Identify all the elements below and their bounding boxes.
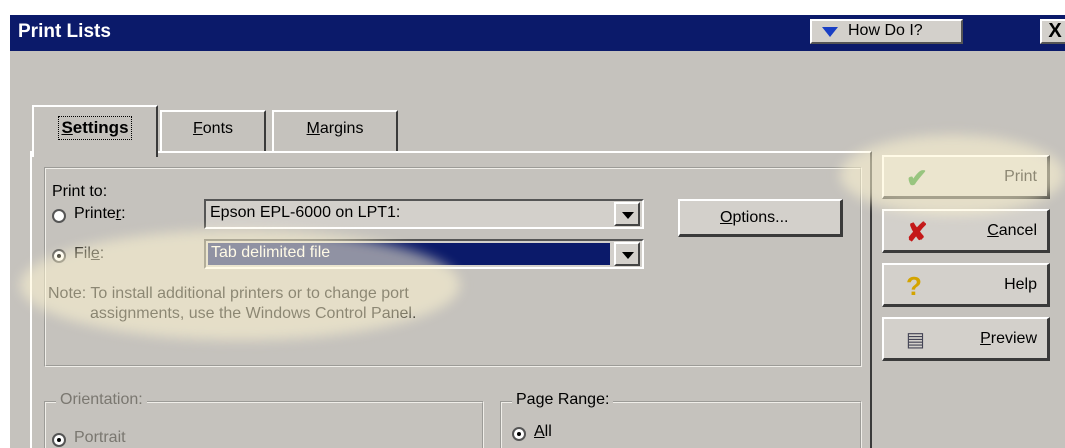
page-range-group: Page Range: <box>500 391 862 448</box>
note-line-1: Note: To install additional printers or … <box>48 285 409 302</box>
preview-label: Preview <box>980 330 1037 347</box>
portrait-label: Portrait <box>74 429 126 446</box>
help-label: Help <box>1004 276 1037 293</box>
printer-label: Printer: <box>74 205 126 222</box>
checkmark-icon: ✔ <box>906 163 928 193</box>
tab-margins[interactable]: Margins <box>272 110 398 152</box>
file-value: Tab delimited file <box>208 243 610 265</box>
x-mark-icon: ✘ <box>906 217 928 247</box>
triangle-down-icon <box>822 27 838 37</box>
file-select[interactable]: Tab delimited file <box>204 239 644 269</box>
print-button[interactable]: ✔ Print <box>882 155 1050 199</box>
preview-button[interactable]: ▤ Preview <box>882 317 1050 361</box>
how-do-i-button[interactable]: How Do I? <box>810 19 963 44</box>
window-title: Print Lists <box>18 21 111 42</box>
tab-settings[interactable]: Settings <box>32 105 158 157</box>
cancel-button[interactable]: ✘ Cancel <box>882 209 1050 253</box>
print-to-label: Print to: <box>52 183 108 200</box>
close-button[interactable]: X <box>1040 19 1065 44</box>
all-radio[interactable] <box>512 427 526 441</box>
file-label: File: <box>74 245 105 262</box>
all-label: All <box>534 423 552 440</box>
cancel-label: Cancel <box>987 222 1037 239</box>
dropdown-arrow-icon[interactable] <box>614 202 640 226</box>
tab-fonts-label: Fonts <box>192 120 234 137</box>
options-label: Options... <box>720 209 789 226</box>
print-label: Print <box>1004 168 1037 185</box>
note-line-2: assignments, use the Windows Control Pan… <box>90 305 417 322</box>
tab-settings-label: Settings <box>58 116 132 140</box>
options-button[interactable]: Options... <box>678 199 843 237</box>
tab-margins-label: Margins <box>306 120 364 137</box>
printer-select[interactable]: Epson EPL-6000 on LPT1: <box>204 199 644 229</box>
tab-fonts[interactable]: Fonts <box>160 110 266 152</box>
help-button[interactable]: ? Help <box>882 263 1050 307</box>
print-lists-dialog: Print Lists How Do I? X Settings Fonts M… <box>10 15 1065 448</box>
dropdown-arrow-icon[interactable] <box>614 242 640 266</box>
page-range-label: Page Range: <box>512 391 614 409</box>
how-do-i-label: How Do I? <box>848 22 923 39</box>
document-preview-icon: ▤ <box>906 329 925 351</box>
printer-radio[interactable] <box>52 209 66 223</box>
orientation-label: Orientation: <box>56 391 147 409</box>
portrait-radio[interactable] <box>52 433 66 447</box>
printer-value: Epson EPL-6000 on LPT1: <box>210 204 401 221</box>
settings-panel: Print to: Printer: Epson EPL-6000 on LPT… <box>30 151 872 448</box>
file-radio[interactable] <box>52 249 66 263</box>
question-mark-icon: ? <box>906 271 922 301</box>
title-bar[interactable]: Print Lists How Do I? X <box>10 15 1065 51</box>
